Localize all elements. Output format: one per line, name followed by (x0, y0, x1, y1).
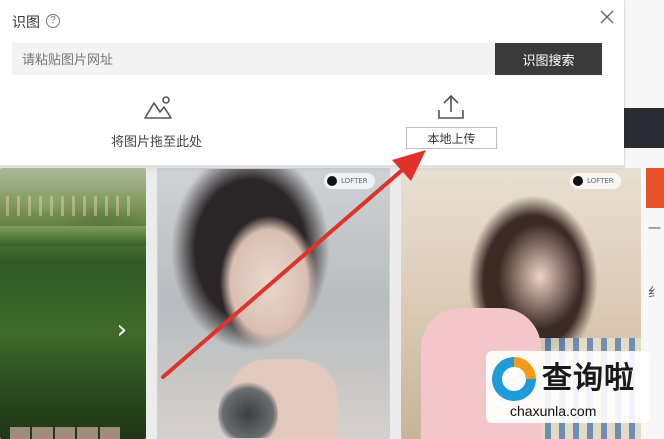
watermark-logo-icon (492, 357, 536, 401)
image-search-popup: 识图 ? 识图搜索 将图片拖至此处 本地上传 (0, 0, 624, 166)
lofter-badge: LOFTER (570, 173, 621, 189)
lofter-badge-label: LOFTER (341, 177, 368, 185)
local-upload-button[interactable]: 本地上传 (406, 127, 497, 149)
close-icon[interactable] (598, 8, 616, 26)
chevron-right-icon[interactable]: › (112, 316, 132, 344)
lofter-badge-label: LOFTER (587, 177, 614, 185)
upload-icon (438, 94, 464, 119)
popup-title: 识图 (12, 15, 40, 31)
lofter-badge: LOFTER (324, 173, 375, 189)
right-sidebar-orange-tab[interactable] (646, 168, 664, 208)
lofter-logo-icon (573, 176, 583, 186)
watermark: 查询啦 chaxunla.com (486, 351, 650, 423)
watermark-url: chaxunla.com (510, 403, 597, 419)
drop-zone-label: 将图片拖至此处 (111, 135, 203, 150)
forest-buildings (6, 196, 136, 216)
image-url-input[interactable] (12, 43, 495, 75)
image-card-forest[interactable] (0, 168, 146, 439)
image-card-portrait[interactable] (157, 168, 390, 439)
image-search-button[interactable]: 识图搜索 (495, 43, 602, 75)
right-sidebar-char: 纟 (648, 286, 662, 301)
help-icon[interactable]: ? (46, 14, 60, 28)
forest-ridge (0, 226, 146, 246)
lofter-logo-icon (327, 176, 337, 186)
right-sidebar-char: 一 (648, 222, 662, 237)
thumbnail-strip (10, 427, 121, 439)
right-sidebar-dark-block (624, 108, 664, 148)
watermark-title: 查询啦 (542, 361, 635, 396)
image-drop-icon (144, 96, 172, 119)
